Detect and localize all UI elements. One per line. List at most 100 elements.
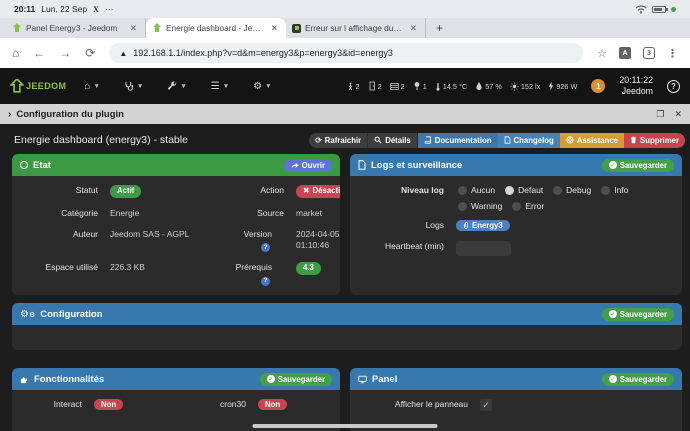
close-window-icon[interactable]: ✕ [674, 109, 682, 120]
radio-icon [458, 202, 467, 211]
prerequis-label: Prérequis [236, 262, 284, 273]
forward-button[interactable]: → [59, 46, 71, 60]
refresh-button[interactable]: ⟳ Rafraichir [309, 133, 368, 148]
configuration-panel-title: Configuration [40, 309, 102, 320]
more-notifications: ··· [105, 4, 114, 14]
radio-icon [601, 186, 610, 195]
radio-icon [505, 186, 514, 195]
energy3-log-button[interactable]: Energy3 [456, 220, 510, 231]
jeedom-favicon [12, 23, 22, 33]
disable-button[interactable]: ✖Désactiver [296, 185, 340, 198]
close-icon[interactable]: ✕ [128, 23, 139, 34]
prerequis-help-icon[interactable]: ? [261, 277, 270, 286]
cron30-badge: Non [258, 399, 287, 410]
stat-value: 152 lx [521, 82, 540, 91]
stethoscope-icon [124, 81, 134, 91]
menu-settings[interactable]: ⚙▼ [253, 81, 271, 92]
breadcrumb-title: Configuration du plugin [16, 109, 124, 120]
afficher-panneau-checkbox[interactable]: ✓ [480, 399, 492, 411]
radio-debug[interactable]: Debug [553, 185, 591, 195]
reload-button[interactable]: ⟳ [85, 46, 95, 60]
address-bar[interactable]: ▲ 192.168.1.1/index.php?v=d&m=energy3&p=… [109, 43, 583, 63]
status-time: 20:11 [14, 4, 35, 14]
delete-button[interactable]: Supprimer [624, 133, 685, 148]
back-button[interactable]: ← [33, 46, 45, 60]
save-panel-button[interactable]: ✓ Sauvegarder [602, 373, 674, 386]
bookmark-star-icon[interactable]: ☆ [597, 47, 607, 60]
logs-panel: Logs et surveillance ✓ Sauvegarder Nivea… [350, 154, 682, 295]
details-button[interactable]: Détails [368, 133, 418, 148]
version-label: Version [244, 229, 284, 240]
help-icon[interactable]: ? [667, 80, 680, 93]
stat-value: 926 W [556, 82, 577, 91]
save-logs-button[interactable]: ✓ Sauvegarder [602, 159, 674, 172]
source-value: market [296, 208, 340, 219]
save-fonctionnalites-button[interactable]: ✓ Sauvegarder [260, 373, 332, 386]
fonctionnalites-panel-title: Fonctionnalités [34, 374, 104, 385]
stat-presence: 2 [347, 81, 360, 92]
jeedom-header: JEEDOM ⌂▼ ▼ ▼ ☰▼ ⚙▼ [0, 68, 690, 104]
file-icon [358, 160, 366, 170]
trash-icon [630, 136, 637, 144]
restore-window-icon[interactable]: ❐ [656, 109, 664, 120]
menu-home[interactable]: ⌂▼ [84, 81, 99, 92]
browser-toolbar: ⌂ ← → ⟳ ▲ 192.168.1.1/index.php?v=d&m=en… [0, 38, 690, 68]
translate-icon[interactable]: A [619, 47, 631, 59]
share-arrow-icon [291, 162, 299, 169]
menu-tools[interactable]: ▼ [167, 81, 186, 91]
stat-humidity: 57 % [475, 81, 502, 91]
version-help-icon[interactable]: ? [261, 243, 270, 252]
menu-health[interactable]: ▼ [124, 81, 143, 91]
new-tab-button[interactable]: + [426, 21, 453, 35]
radio-info[interactable]: Info [601, 185, 628, 195]
stat-value: 1 [423, 82, 427, 91]
stat-value: 2 [356, 82, 360, 91]
close-icon[interactable]: ✕ [408, 23, 419, 34]
tab-erreur-affichage[interactable]: Erreur sur l affichage du da ✕ [286, 18, 426, 38]
tab-title: Energie dashboard - Jeedo [166, 23, 265, 33]
save-configuration-button[interactable]: ✓ Sauvegarder [602, 308, 674, 321]
luminosity-sun-icon [510, 82, 519, 91]
radio-warning[interactable]: Warning [458, 201, 502, 211]
chevron-right-icon: › [8, 109, 11, 120]
chevron-down-icon: ▼ [93, 83, 99, 90]
privacy-indicator-dot [671, 7, 676, 12]
stat-value: 2 [401, 82, 405, 91]
configuration-panel: ⚙⚙ Configuration ✓ Sauvegarder [12, 303, 682, 350]
open-button[interactable]: Ouvrir [284, 159, 332, 172]
check-icon: ✓ [482, 400, 490, 411]
life-ring-icon [566, 136, 574, 144]
notifications-badge[interactable]: 1 [591, 79, 605, 93]
jeedom-logo[interactable]: JEEDOM [10, 79, 66, 93]
battery-icon [652, 6, 666, 13]
statut-label: Statut [22, 185, 110, 196]
gear-icon: ⚙ [253, 81, 262, 92]
heartbeat-input[interactable] [456, 241, 511, 256]
plugin-config-page: Energie dashboard (energy3) - stable ⟳ R… [0, 124, 690, 431]
url-text: 192.168.1.1/index.php?v=d&m=energy3&p=en… [133, 48, 393, 58]
browser-menu-icon[interactable]: ⋮ [667, 47, 678, 60]
panel-panel: Panel ✓ Sauvegarder Afficher le panneau … [350, 368, 682, 431]
documentation-button[interactable]: Documentation [418, 133, 498, 148]
tab-energie-dashboard[interactable]: Energie dashboard - Jeedo ✕ [146, 18, 286, 38]
close-icon[interactable]: ✕ [269, 23, 280, 34]
android-gesture-bar[interactable] [253, 424, 438, 428]
menu-summary[interactable]: ☰▼ [211, 81, 229, 92]
tab-panel-energy3[interactable]: Panel Energy3 - Jeedom ✕ [6, 18, 146, 38]
radio-error[interactable]: Error [512, 201, 544, 211]
clock-time: 20:11:22 [619, 75, 653, 86]
logs-label: Logs [360, 220, 456, 231]
niveau-log-label: Niveau log [360, 185, 456, 196]
radio-aucun[interactable]: Aucun [458, 185, 495, 195]
android-status-bar: 20:11 Lun, 22 Sep X ··· [0, 0, 690, 18]
plugin-action-buttons: ⟳ Rafraichir Détails Documentation Chang… [309, 133, 685, 148]
tab-count-button[interactable]: 3 [643, 47, 655, 59]
community-favicon [292, 24, 301, 33]
header-clock: 20:11:22 Jeedom [619, 75, 653, 97]
book-icon [424, 136, 432, 144]
changelog-button[interactable]: Changelog [498, 133, 560, 148]
home-button[interactable]: ⌂ [12, 46, 19, 60]
assistance-button[interactable]: Assistance [560, 133, 624, 148]
radio-defaut[interactable]: Defaut [505, 185, 543, 195]
screen: 20:11 Lun, 22 Sep X ··· Panel Energy3 - … [0, 0, 690, 431]
